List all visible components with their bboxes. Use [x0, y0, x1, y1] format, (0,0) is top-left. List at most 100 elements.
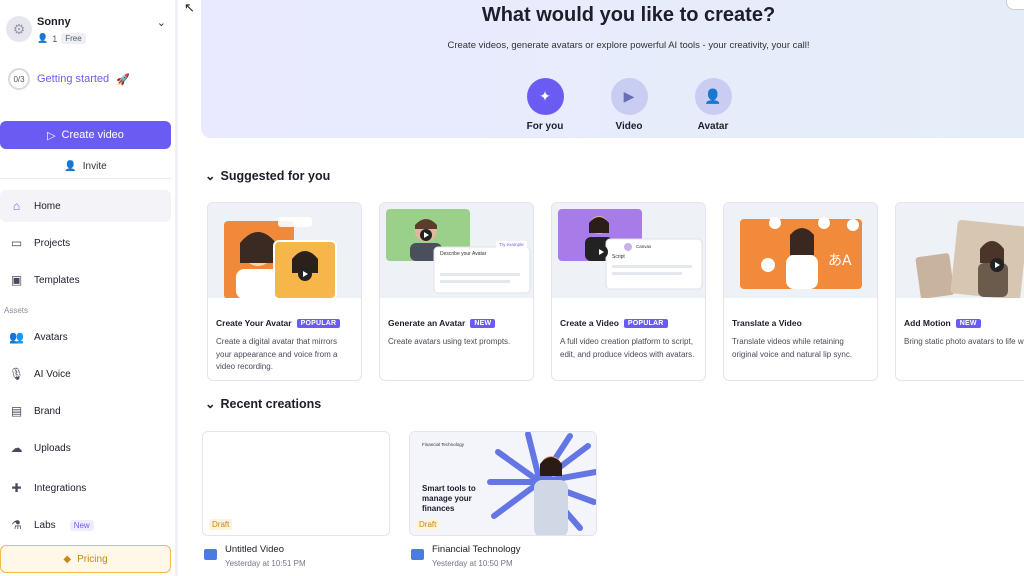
person-icon: 👤 [64, 161, 77, 172]
create-avatar-illustration [208, 203, 361, 298]
folder-icon: ▭ [10, 236, 23, 250]
sidebar: ⚙ Sonny 👤 1 Free ⌄ 0/3 Getting started 🚀… [0, 0, 178, 576]
suggested-card-generate-avatar[interactable]: Describe your Avatar Try example Generat… [379, 202, 534, 381]
hero-option-label: For you [526, 121, 564, 132]
recent-card-financial-technology[interactable]: Financial Technology Smart tools to mana… [409, 431, 597, 536]
labs-new-badge: New [69, 519, 94, 531]
sidebar-item-label: Brand [34, 405, 61, 417]
hero-option-for-you[interactable]: ✦ For you [515, 78, 575, 132]
suggested-card-translate-video[interactable]: あA Translate a Video Translate videos wh… [723, 202, 878, 381]
pricing-label: Pricing [77, 553, 108, 565]
video-file-icon [411, 549, 424, 560]
recent-title[interactable]: Untitled Video [225, 544, 306, 555]
card-description: Bring static photo avatars to life with … [904, 337, 1024, 346]
add-user-icon: 👤 [694, 78, 732, 115]
sidebar-item-label: Labs [34, 519, 56, 531]
puzzle-icon: ✚ [11, 481, 22, 495]
card-title-row: Create Your Avatar POPULAR [216, 318, 353, 328]
voice-icon: 🎙 [8, 367, 25, 381]
sidebar-item-projects[interactable]: ▭ Projects [0, 227, 171, 259]
sidebar-item-templates[interactable]: ▣ Templates [0, 264, 171, 296]
rocket-icon: 🚀 [116, 73, 130, 86]
video-icon: ▶ [610, 78, 648, 115]
generate-avatar-thumb: Describe your Avatar Try example [380, 203, 533, 298]
sidebar-item-labs[interactable]: ⚗ Labs New [0, 509, 171, 541]
sidebar-item-ai-voice[interactable]: 🎙 AI Voice [0, 358, 171, 390]
card-title: Create Your Avatar [216, 318, 292, 328]
brand-icon: ▤ [10, 404, 23, 418]
members-count: 1 [52, 33, 58, 44]
workspace-avatar: ⚙ [6, 16, 32, 42]
suggested-card-add-motion[interactable]: Add Motion NEW Bring static photo avatar… [895, 202, 1024, 381]
popular-tag: POPULAR [623, 318, 668, 328]
suggested-section-toggle[interactable]: ⌄ Suggested for you [205, 168, 330, 184]
create-video-thumb: Script Canvas [552, 203, 705, 298]
plan-badge: Free [61, 33, 86, 44]
create-avatar-thumb [208, 203, 361, 298]
card-title: Create a Video [560, 318, 619, 328]
sidebar-item-label: AI Voice [34, 368, 71, 380]
templates-icon: ▣ [10, 273, 23, 287]
sidebar-item-uploads[interactable]: ☁ Uploads [0, 432, 171, 464]
card-description: Create avatars using text prompts. [388, 337, 511, 346]
thumb-headline: Smart tools to manage your finances [422, 484, 476, 513]
members-icon: 👤 [37, 33, 49, 43]
sidebar-item-label: Projects [34, 237, 71, 249]
workspace-meta: 👤 1 Free [37, 33, 86, 44]
translate-video-illustration: あA [724, 203, 877, 298]
chevron-down-icon: ⌄ [205, 169, 216, 183]
pricing-button[interactable]: ◆ Pricing [0, 545, 171, 573]
sidebar-item-label: Templates [34, 274, 80, 286]
sidebar-item-brand[interactable]: ▤ Brand [0, 395, 171, 427]
thumb-canvas-chip: Canvas [636, 244, 652, 249]
sidebar-item-avatars[interactable]: 👥 Avatars [0, 321, 171, 353]
chevron-down-icon[interactable]: ⌄ [157, 16, 166, 29]
suggested-card-create-avatar[interactable]: Create Your Avatar POPULAR Create a digi… [207, 202, 362, 381]
recent-card-untitled-video[interactable]: Draft [202, 431, 390, 536]
invite-button[interactable]: 👤 Invite [0, 155, 171, 179]
corner-menu-button[interactable] [1006, 0, 1024, 10]
getting-started-label: Getting started [37, 73, 110, 85]
workspace-switcher[interactable]: ⚙ Sonny 👤 1 Free ⌄ [6, 12, 170, 48]
play-outline-icon: ▷ [47, 129, 56, 142]
hero-option-avatar[interactable]: 👤 Avatar [683, 78, 743, 132]
card-title-row: Generate an Avatar NEW [388, 318, 525, 328]
recent-section-title: Recent creations [220, 396, 322, 411]
upload-icon: ☁ [10, 441, 23, 455]
recent-section-toggle[interactable]: ⌄ Recent creations [205, 396, 322, 412]
sidebar-item-integrations[interactable]: ✚ Integrations [0, 472, 171, 504]
avatar-icon: 👥 [9, 330, 24, 344]
hero-subtitle: Create videos, generate avatars or explo… [447, 40, 810, 51]
getting-started-link[interactable]: 0/3 Getting started 🚀 [8, 66, 130, 92]
card-description: Translate videos while retaining origina… [732, 337, 853, 359]
sidebar-item-label: Uploads [34, 442, 71, 454]
sidebar-item-home[interactable]: ⌂ Home [0, 190, 171, 222]
recent-meta-financial-technology: Financial Technology Yesterday at 10:50 … [411, 544, 521, 568]
hero-option-label: Video [615, 121, 643, 132]
recent-timestamp: Yesterday at 10:50 PM [432, 559, 513, 568]
chevron-down-icon: ⌄ [205, 397, 216, 411]
assets-section-label: Assets [4, 306, 29, 315]
card-title: Add Motion [904, 318, 951, 328]
hero-option-video[interactable]: ▶ Video [599, 78, 659, 132]
home-icon: ⌂ [12, 199, 21, 213]
draft-badge: Draft [209, 519, 233, 530]
card-title-row: Translate a Video [732, 318, 869, 328]
diamond-icon: ◆ [63, 553, 72, 565]
flask-icon: ⚗ [11, 518, 22, 532]
thumb-header-label: Financial Technology [422, 442, 464, 447]
thumb-try-example-chip: Try example [496, 241, 527, 248]
card-title-row: Add Motion NEW [904, 318, 1024, 328]
create-video-button[interactable]: ▷ Create video [0, 121, 171, 149]
hero-option-label: Avatar [697, 121, 729, 132]
draft-badge: Draft [416, 519, 440, 530]
card-description: Create a digital avatar that mirrors you… [216, 337, 338, 371]
sidebar-scrollbar[interactable] [175, 0, 178, 576]
magic-wand-icon: ✦ [526, 78, 564, 115]
invite-label: Invite [82, 161, 107, 172]
suggested-card-create-video[interactable]: Script Canvas Create a Video POPULAR A f… [551, 202, 706, 381]
recent-title[interactable]: Financial Technology [432, 544, 521, 555]
create-video-illustration [552, 203, 705, 298]
new-tag: NEW [470, 318, 496, 328]
workspace-name: Sonny [37, 16, 71, 28]
